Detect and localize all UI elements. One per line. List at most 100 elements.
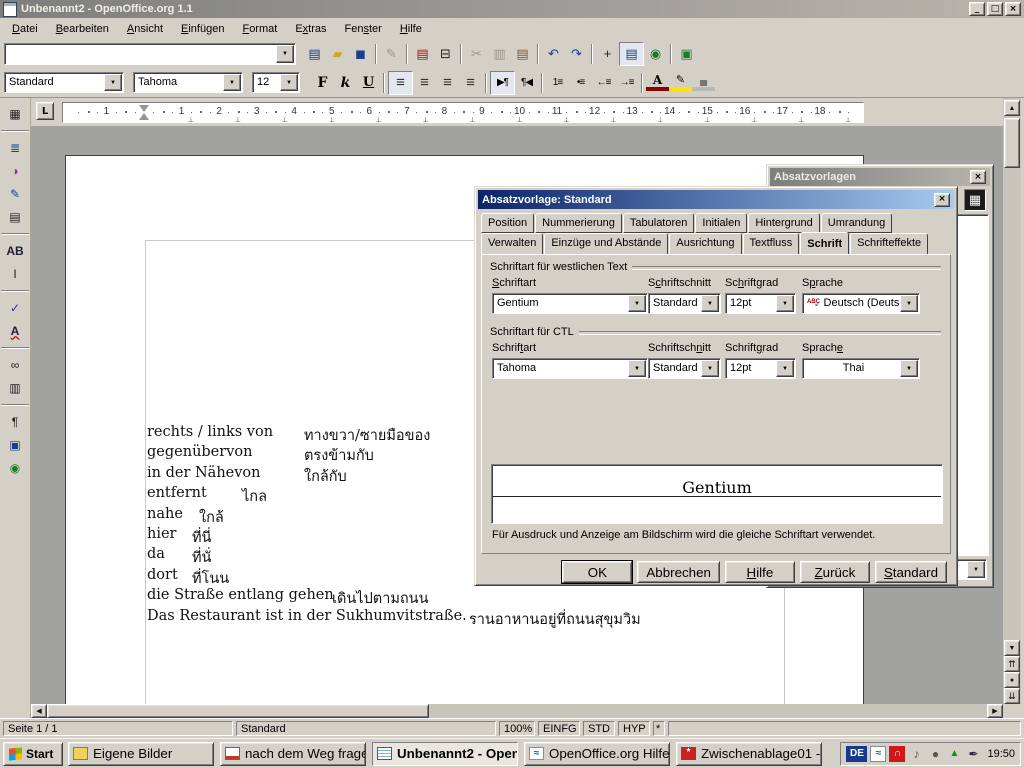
next-page-icon[interactable]: ⇊ — [1004, 688, 1020, 704]
data-sources-button[interactable]: ▥ — [3, 376, 27, 399]
dropdown-icon[interactable]: ▼ — [900, 295, 918, 312]
cut-button[interactable]: ✂ — [465, 43, 488, 65]
ctl-language-value[interactable]: Thai — [807, 362, 900, 374]
taskbar-window-button[interactable]: Unbenannt2 - OpenO... — [372, 742, 518, 766]
insert-table-button[interactable]: ▦ — [3, 102, 27, 125]
paragraph-style-combobox[interactable]: Standard ▼ — [4, 72, 124, 93]
online-layout-button[interactable]: ◉ — [3, 456, 27, 479]
western-size-combobox[interactable]: 12pt ▼ — [725, 293, 796, 314]
ctl-font-value[interactable]: Tahoma — [497, 362, 628, 374]
antivirus-icon[interactable]: ∩ — [889, 746, 905, 762]
align-left-button[interactable]: ≡ — [388, 71, 413, 95]
previous-page-icon[interactable]: ⇈ — [1004, 656, 1020, 672]
document-line[interactable]: entfernt ไกล — [147, 485, 467, 505]
dialog-tab[interactable]: Umrandung — [821, 213, 892, 233]
insert-mode-indicator[interactable]: EINFG — [538, 721, 580, 736]
align-center-button[interactable]: ≡ — [413, 72, 436, 94]
western-language-combobox[interactable]: ABC ✓ Deutsch (Deutsc ▼ — [802, 293, 920, 314]
align-right-button[interactable]: ≡ — [436, 72, 459, 94]
horizontal-ruler[interactable]: 1123456789101112131415161718⊥⊥⊥⊥⊥⊥⊥⊥⊥⊥⊥⊥… — [62, 102, 864, 123]
dialog-close-button[interactable]: × — [934, 193, 950, 207]
dropdown-icon[interactable]: ▼ — [104, 74, 122, 91]
numbered-list-button[interactable]: 1≡ — [546, 72, 569, 94]
document-text[interactable]: rechts / links von ทางขวา/ซายมือของ gege… — [147, 424, 467, 628]
paste-button[interactable]: ▤ — [511, 43, 534, 65]
dialog-tab[interactable]: Verwalten — [481, 233, 543, 255]
zoom-indicator[interactable]: 100% — [499, 721, 535, 736]
pen-tablet-icon[interactable]: ✒ — [965, 746, 981, 762]
dialog-button[interactable]: Zurück — [800, 561, 870, 583]
print-button[interactable]: ⊟ — [434, 43, 457, 65]
dropdown-icon[interactable]: ▼ — [223, 74, 241, 91]
quickstarter-icon[interactable]: ≈ — [870, 746, 886, 762]
navigator-button[interactable]: + — [596, 43, 619, 65]
document-line[interactable]: da ที่นั่ — [147, 546, 467, 566]
dropdown-icon[interactable]: ▼ — [967, 561, 985, 578]
new-document-button[interactable]: ▤ — [303, 43, 326, 65]
draw-functions-button[interactable]: ✎ — [3, 182, 27, 205]
edit-file-button[interactable]: ✎ — [380, 43, 403, 65]
volume-icon[interactable]: ♪ — [908, 746, 924, 762]
dropdown-icon[interactable]: ▼ — [280, 74, 298, 91]
menu-item[interactable]: Format — [233, 20, 286, 38]
dropdown-icon[interactable]: ▼ — [900, 360, 918, 377]
menu-item[interactable]: Fenster — [336, 20, 391, 38]
open-button[interactable]: ▰ — [326, 43, 349, 65]
indent-marker[interactable] — [139, 105, 149, 120]
export-pdf-button[interactable]: ▤ — [411, 43, 434, 65]
vertical-scroll-thumb[interactable] — [1004, 118, 1020, 168]
url-combobox[interactable]: ▼ — [4, 43, 296, 65]
copy-button[interactable]: ▥ — [488, 43, 511, 65]
document-line[interactable]: dort ที่โนน — [147, 567, 467, 587]
taskbar-window-button[interactable]: ≈ OpenOffice.org Hilfe - ... — [524, 742, 670, 766]
document-line[interactable]: nahe ใกล้ — [147, 506, 467, 526]
insert-special-button[interactable]: I — [3, 262, 27, 285]
font-size-value[interactable]: 12 — [257, 76, 280, 88]
dialog-tab[interactable]: Schrifteffekte — [850, 233, 928, 255]
underline-button[interactable]: U — [357, 72, 380, 94]
stylist-close-button[interactable]: × — [970, 170, 986, 184]
menu-item[interactable]: Einfügen — [172, 20, 233, 38]
paragraph-styles-icon[interactable]: ▦ — [964, 189, 986, 211]
document-line[interactable]: in der Nähevon ใกล้กับ — [147, 465, 467, 485]
horizontal-scroll-thumb[interactable] — [47, 704, 429, 718]
ctl-style-value[interactable]: Standard — [653, 362, 701, 374]
ctl-size-combobox[interactable]: 12pt ▼ — [725, 358, 796, 379]
dropdown-icon[interactable]: ▼ — [628, 360, 646, 377]
horizontal-scrollbar[interactable]: ◀ ▶ — [31, 704, 1003, 718]
dialog-tab[interactable]: Nummerierung — [535, 213, 622, 233]
increase-indent-button[interactable]: →≡ — [615, 72, 638, 94]
start-button[interactable]: Start — [3, 742, 63, 766]
dialog-tab[interactable]: Position — [481, 213, 534, 233]
taskbar-window-button[interactable]: Eigene Bilder — [68, 742, 214, 766]
minimize-button[interactable]: _ — [969, 2, 985, 16]
document-line[interactable]: rechts / links von ทางขวา/ซายมือของ — [147, 424, 467, 444]
italic-button[interactable]: k — [334, 72, 357, 94]
hyperlink-mode-indicator[interactable]: HYP — [618, 721, 650, 736]
restore-button[interactable]: □ — [987, 2, 1003, 16]
dialog-button[interactable]: Standard — [875, 561, 947, 583]
dialog-tab[interactable]: Hintergrund — [748, 213, 819, 233]
document-line[interactable]: gegenübervon ตรงข้ามกับ — [147, 444, 467, 464]
scroll-up-icon[interactable]: ▲ — [1004, 100, 1020, 116]
save-button[interactable]: ◼ — [349, 43, 372, 65]
safely-remove-icon[interactable]: ▲ — [946, 746, 962, 762]
stylist-title-bar[interactable]: Absatzvorlagen × — [770, 168, 990, 186]
dropdown-icon[interactable]: ▼ — [276, 45, 294, 63]
dropdown-icon[interactable]: ▼ — [776, 295, 794, 312]
left-to-right-button[interactable]: ▶¶ — [490, 71, 515, 95]
images-on-off-button[interactable]: ▣ — [3, 433, 27, 456]
dialog-tab[interactable]: Textfluss — [743, 233, 800, 255]
font-size-combobox[interactable]: 12 ▼ — [252, 72, 300, 93]
find-button[interactable]: ∞ — [3, 353, 27, 376]
spellcheck-button[interactable]: ✓ — [3, 296, 27, 319]
menu-item[interactable]: Ansicht — [118, 20, 172, 38]
font-name-combobox[interactable]: Tahoma ▼ — [133, 72, 243, 93]
decrease-indent-button[interactable]: ←≡ — [592, 72, 615, 94]
menu-item[interactable]: Datei — [3, 20, 47, 38]
undo-button[interactable]: ↶ — [542, 43, 565, 65]
menu-item[interactable]: Bearbeiten — [47, 20, 118, 38]
bullet-list-button[interactable]: •≡ — [569, 72, 592, 94]
keyboard-layout-indicator[interactable]: DE — [846, 746, 867, 762]
ctl-style-combobox[interactable]: Standard ▼ — [648, 358, 721, 379]
